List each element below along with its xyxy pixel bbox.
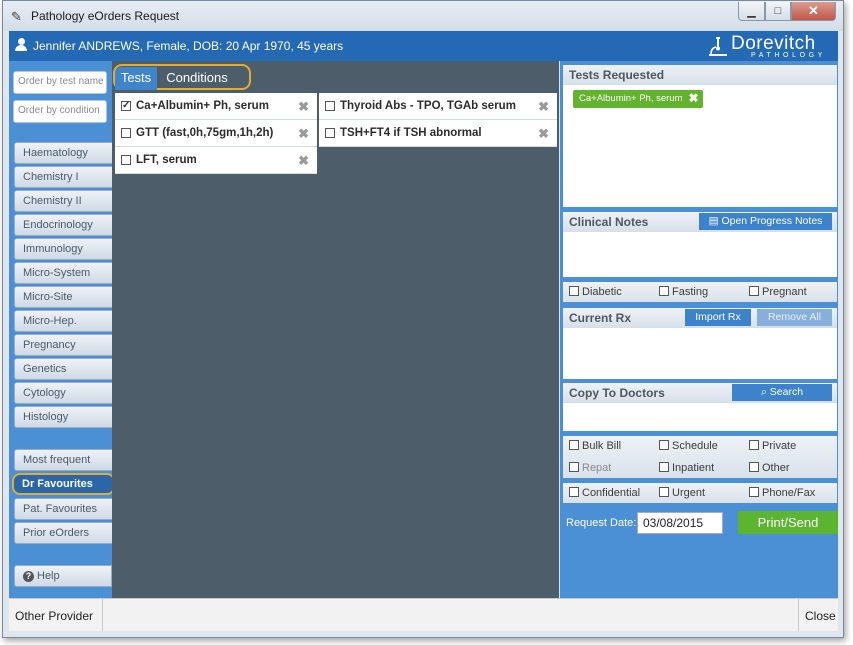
copy-to-doctors-list bbox=[563, 403, 837, 431]
remove-icon[interactable]: ✖ bbox=[298, 99, 309, 115]
remove-icon[interactable]: ✖ bbox=[298, 153, 309, 169]
bulk-bill-checkbox[interactable]: Bulk Bill bbox=[569, 440, 621, 452]
test-item[interactable]: LFT, serum ✖ bbox=[115, 147, 317, 174]
remove-all-button[interactable]: Remove All bbox=[757, 309, 832, 326]
maximize-button[interactable]: □ bbox=[765, 2, 791, 21]
order-details-panel: Tests Requested Ca+Albumin+ Ph, serum ✖ … bbox=[560, 61, 838, 598]
diabetic-checkbox[interactable]: Diabetic bbox=[569, 286, 622, 298]
search-doctors-button[interactable]: ⌕ Search bbox=[732, 384, 832, 401]
open-progress-notes-button[interactable]: ▤ Open Progress Notes bbox=[699, 213, 832, 230]
sidebar: Order by test name Order by condition Ha… bbox=[9, 61, 115, 598]
sidebar-item-chemistry-2[interactable]: Chemistry II bbox=[14, 190, 112, 212]
other-checkbox[interactable]: Other bbox=[749, 462, 790, 474]
options-row: Confidential Urgent Phone/Fax bbox=[563, 483, 837, 503]
other-provider-button[interactable]: Other Provider bbox=[9, 599, 103, 631]
test-checkbox[interactable] bbox=[325, 101, 335, 111]
sidebar-item-cytology[interactable]: Cytology bbox=[14, 382, 112, 404]
order-by-test-input[interactable]: Order by test name bbox=[13, 71, 107, 94]
test-label: TSH+FT4 if TSH abnormal bbox=[340, 127, 482, 139]
test-item[interactable]: ✓ Ca+Albumin+ Ph, serum ✖ bbox=[115, 93, 317, 120]
search-icon: ⌕ bbox=[760, 386, 770, 398]
pregnant-checkbox[interactable]: Pregnant bbox=[749, 286, 807, 298]
sidebar-item-micro-system[interactable]: Micro-System bbox=[14, 262, 112, 284]
test-item[interactable]: Thyroid Abs - TPO, TGAb serum ✖ bbox=[319, 93, 557, 120]
sidebar-item-genetics[interactable]: Genetics bbox=[14, 358, 112, 380]
status-bar: Other Provider Close bbox=[9, 598, 838, 631]
help-button[interactable]: ? Help bbox=[14, 565, 112, 587]
inpatient-checkbox[interactable]: Inpatient bbox=[659, 462, 714, 474]
sidebar-item-dr-favourites[interactable]: Dr Favourites bbox=[12, 473, 115, 495]
sidebar-item-pat-favourites[interactable]: Pat. Favourites bbox=[14, 498, 112, 520]
dorevitch-logo: Dorevitch PATHOLOGY bbox=[707, 33, 835, 59]
remove-chip-icon[interactable]: ✖ bbox=[688, 91, 698, 105]
tests-requested-title: Tests Requested bbox=[563, 65, 837, 85]
logo-subtitle: PATHOLOGY bbox=[751, 52, 826, 59]
test-checkbox-checked[interactable]: ✓ bbox=[121, 101, 131, 111]
test-checkbox[interactable] bbox=[121, 128, 131, 138]
patient-banner: Jennifer ANDREWS, Female, DOB: 20 Apr 19… bbox=[9, 31, 838, 61]
fasting-checkbox[interactable]: Fasting bbox=[659, 286, 708, 298]
sidebar-item-micro-hep[interactable]: Micro-Hep. bbox=[14, 310, 112, 332]
remove-icon[interactable]: ✖ bbox=[538, 126, 549, 142]
test-label: Ca+Albumin+ Ph, serum bbox=[136, 100, 269, 112]
request-date-input[interactable]: 03/08/2015 bbox=[637, 512, 723, 534]
sidebar-item-micro-site[interactable]: Micro-Site bbox=[14, 286, 112, 308]
help-icon: ? bbox=[23, 571, 34, 582]
sidebar-item-pregnancy[interactable]: Pregnancy bbox=[14, 334, 112, 356]
remove-icon[interactable]: ✖ bbox=[298, 126, 309, 142]
patient-summary: Jennifer ANDREWS, Female, DOB: 20 Apr 19… bbox=[33, 39, 344, 53]
requested-test-label: Ca+Albumin+ Ph, serum bbox=[579, 93, 683, 104]
person-icon bbox=[15, 38, 27, 52]
document-icon: ▤ bbox=[708, 215, 722, 227]
test-item[interactable]: GTT (fast,0h,75gm,1h,2h) ✖ bbox=[115, 120, 317, 147]
test-checkbox[interactable] bbox=[121, 155, 131, 165]
search-label: Search bbox=[769, 386, 804, 398]
urgent-checkbox[interactable]: Urgent bbox=[659, 487, 705, 499]
sidebar-item-chemistry-1[interactable]: Chemistry I bbox=[14, 166, 112, 188]
close-window-button[interactable]: ✕ bbox=[791, 2, 836, 21]
tab-tests[interactable]: Tests bbox=[115, 67, 157, 90]
requested-test-chip[interactable]: Ca+Albumin+ Ph, serum ✖ bbox=[573, 90, 703, 108]
sidebar-item-prior-eorders[interactable]: Prior eOrders bbox=[14, 522, 112, 544]
sidebar-item-histology[interactable]: Histology bbox=[14, 406, 112, 428]
sidebar-item-endocrinology[interactable]: Endocrinology bbox=[14, 214, 112, 236]
sidebar-item-immunology[interactable]: Immunology bbox=[14, 238, 112, 260]
minimize-button[interactable]: ▁ bbox=[738, 2, 765, 21]
window-title: Pathology eOrders Request bbox=[31, 9, 180, 23]
pen-icon: ✎ bbox=[11, 9, 22, 24]
tests-workspace: Tests Conditions ✓ Ca+Albumin+ Ph, serum… bbox=[112, 61, 559, 598]
open-progress-notes-label: Open Progress Notes bbox=[721, 215, 823, 227]
tab-strip: Tests Conditions bbox=[112, 61, 559, 91]
remove-icon[interactable]: ✖ bbox=[538, 99, 549, 115]
billing-options: Bulk Bill Schedule Private Repat Inpatie… bbox=[563, 436, 837, 478]
flags-row: Diabetic Fasting Pregnant bbox=[563, 282, 837, 302]
request-date-label: Request Date: bbox=[566, 517, 637, 529]
microscope-icon bbox=[709, 37, 727, 56]
test-label: LFT, serum bbox=[136, 154, 197, 166]
test-checkbox[interactable] bbox=[325, 128, 335, 138]
schedule-checkbox[interactable]: Schedule bbox=[659, 440, 718, 452]
sidebar-item-most-frequent[interactable]: Most frequent bbox=[14, 449, 112, 471]
import-rx-button[interactable]: Import Rx bbox=[685, 309, 751, 326]
close-button[interactable]: Close bbox=[798, 599, 838, 631]
help-label: Help bbox=[37, 570, 60, 582]
title-bar: ✎ Pathology eOrders Request ▁ □ ✕ bbox=[3, 1, 843, 31]
tests-requested-list: Ca+Albumin+ Ph, serum ✖ bbox=[563, 85, 837, 207]
sidebar-item-haematology[interactable]: Haematology bbox=[14, 142, 112, 164]
clinical-notes-field[interactable] bbox=[563, 232, 837, 277]
test-label: GTT (fast,0h,75gm,1h,2h) bbox=[136, 127, 274, 139]
tab-conditions[interactable]: Conditions bbox=[157, 67, 237, 90]
repat-checkbox[interactable]: Repat bbox=[569, 462, 611, 474]
current-rx-list bbox=[563, 328, 837, 379]
private-checkbox[interactable]: Private bbox=[749, 440, 796, 452]
phone-fax-checkbox[interactable]: Phone/Fax bbox=[749, 487, 815, 499]
order-by-condition-input[interactable]: Order by condition bbox=[13, 100, 107, 123]
print-send-button[interactable]: Print/Send bbox=[738, 511, 838, 534]
app-window: ✎ Pathology eOrders Request ▁ □ ✕ Jennif… bbox=[2, 0, 844, 638]
test-label: Thyroid Abs - TPO, TGAb serum bbox=[340, 100, 516, 112]
test-item[interactable]: TSH+FT4 if TSH abnormal ✖ bbox=[319, 120, 557, 147]
confidential-checkbox[interactable]: Confidential bbox=[569, 487, 640, 499]
